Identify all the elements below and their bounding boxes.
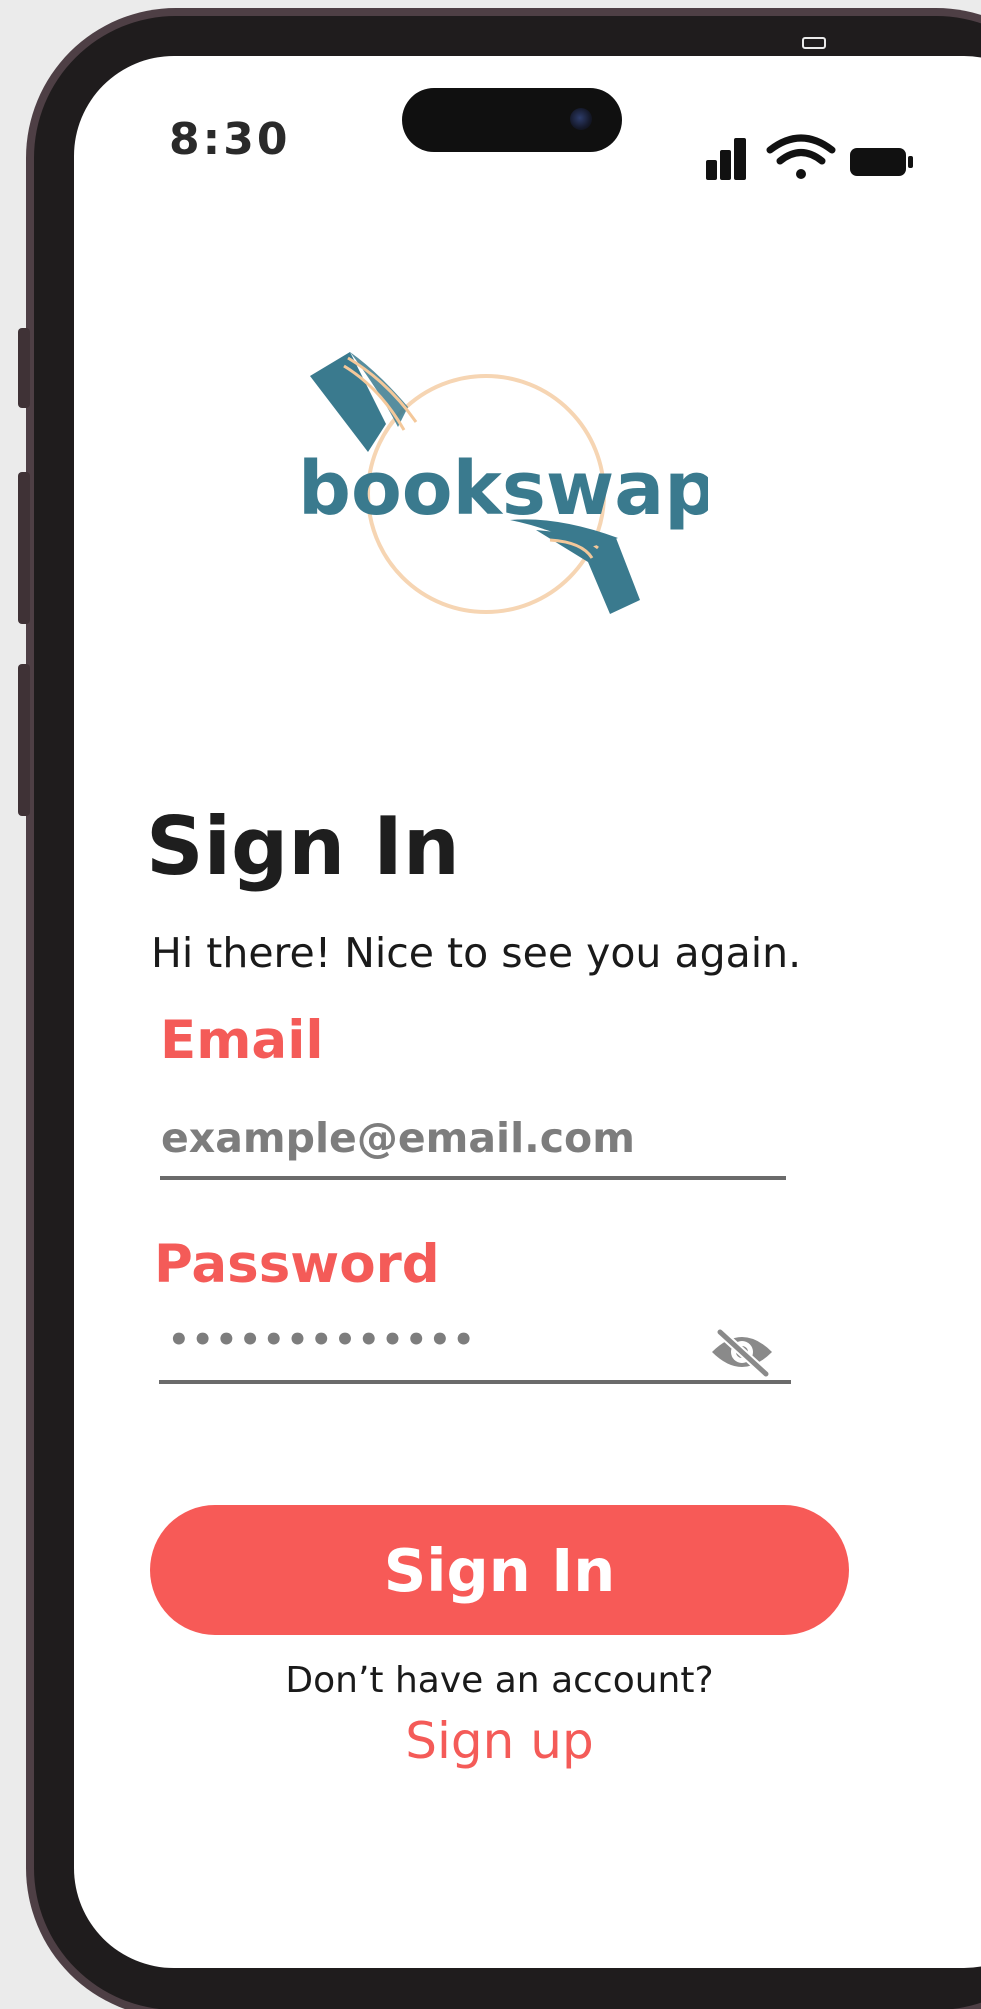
wifi-icon <box>766 134 836 179</box>
status-icons <box>706 134 913 180</box>
battery-icon <box>850 148 913 176</box>
page-title: Sign In <box>146 800 460 893</box>
front-camera <box>570 108 592 130</box>
volume-down-button <box>18 664 30 816</box>
app-screenshot: 8:30 bookswap Sign In Hi there! Nice to … <box>0 0 981 2009</box>
password-label: Password <box>154 1234 440 1295</box>
email-field[interactable] <box>161 1110 781 1166</box>
page-subtitle: Hi there! Nice to see you again. <box>151 929 802 977</box>
cellular-signal-icon <box>706 138 746 180</box>
volume-up-button <box>18 472 30 624</box>
no-account-prompt: Don’t have an account? <box>285 1660 714 1701</box>
logo-wordmark: bookswap <box>298 446 708 532</box>
sensor-indicator <box>802 37 826 49</box>
bookswap-logo: bookswap <box>298 352 708 614</box>
password-field[interactable]: ••••••••••••• <box>168 1320 688 1368</box>
status-time: 8:30 <box>169 114 291 165</box>
eye-off-icon[interactable] <box>708 1326 776 1378</box>
password-underline <box>159 1380 791 1384</box>
action-button <box>18 328 30 408</box>
email-underline <box>160 1176 786 1180</box>
sign-up-link[interactable]: Sign up <box>150 1712 849 1770</box>
dynamic-island <box>402 88 622 152</box>
sign-in-button[interactable]: Sign In <box>150 1505 849 1635</box>
email-label: Email <box>160 1010 324 1071</box>
